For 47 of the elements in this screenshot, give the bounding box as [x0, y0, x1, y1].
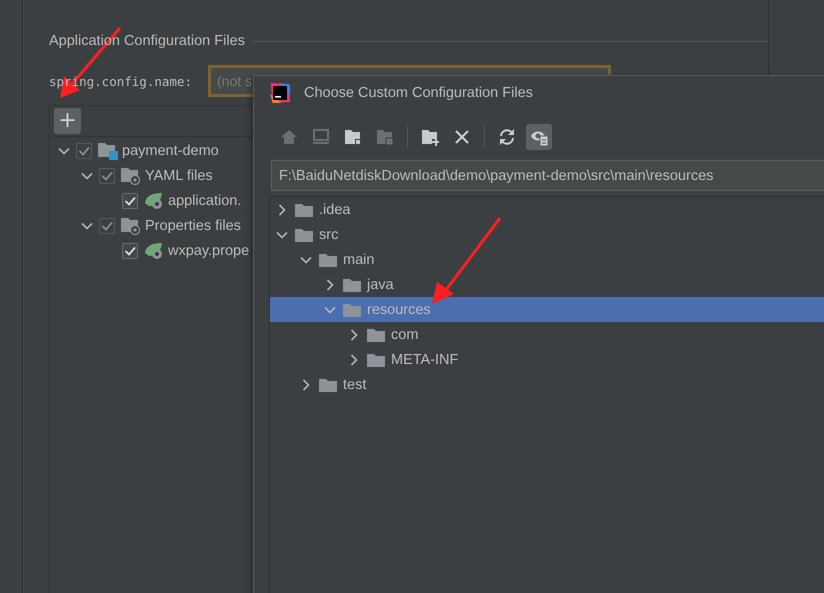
tree-item-label[interactable]: Properties files: [145, 218, 241, 234]
collapsed-chevron-icon[interactable]: [348, 354, 360, 366]
folder-icon: [343, 302, 361, 318]
tree-row[interactable]: src: [270, 222, 824, 247]
app-logo-icon: [269, 82, 291, 104]
checkbox[interactable]: [122, 192, 138, 208]
checkbox[interactable]: [99, 168, 115, 184]
tree-row[interactable]: main: [270, 247, 824, 272]
folder-icon: [343, 276, 361, 292]
folder-name[interactable]: test: [343, 376, 366, 392]
leaf-gear-icon: [144, 192, 164, 210]
tree-row[interactable]: java: [270, 272, 824, 297]
folder-icon: [319, 252, 337, 268]
leaf-gear-icon: [144, 242, 164, 260]
folder-name[interactable]: src: [319, 226, 338, 242]
folder-icon: [121, 216, 141, 234]
folder-icon: [121, 166, 141, 184]
tree-item-label[interactable]: wxpay.prope: [168, 242, 250, 258]
tree-row[interactable]: test: [270, 372, 824, 397]
checkbox[interactable]: [76, 142, 92, 158]
checkbox[interactable]: [99, 218, 115, 234]
collapsed-chevron-icon[interactable]: [300, 378, 312, 390]
eye-document-icon[interactable]: [526, 124, 552, 150]
tree-row[interactable]: .idea: [270, 197, 824, 222]
tree-item-label[interactable]: payment-demo: [122, 142, 219, 158]
path-field[interactable]: F:\BaiduNetdiskDownload\demo\payment-demo\src\main\resources: [271, 160, 824, 191]
tree-row[interactable]: META-INF: [270, 347, 824, 372]
folder-icon: [295, 226, 313, 242]
tree-row[interactable]: com: [270, 322, 824, 347]
folder-icon: [319, 376, 337, 392]
folder-icon: [367, 352, 385, 368]
folder-name[interactable]: com: [391, 326, 418, 342]
folder-name[interactable]: main: [343, 252, 374, 268]
folder-name[interactable]: META-INF: [391, 352, 458, 368]
folder-icon: [98, 142, 118, 160]
checkbox[interactable]: [122, 242, 138, 258]
tree-item-label[interactable]: application.: [168, 192, 242, 208]
folder-name[interactable]: java: [367, 276, 394, 292]
collapsed-chevron-icon[interactable]: [348, 328, 360, 340]
dialog-title: Choose Custom Configuration Files: [304, 85, 533, 101]
tree-item-label[interactable]: YAML files: [145, 168, 213, 184]
folder-icon: [295, 202, 313, 218]
folder-name[interactable]: .idea: [319, 202, 350, 218]
collapsed-chevron-icon[interactable]: [276, 204, 288, 216]
add-button[interactable]: +: [54, 108, 81, 134]
folder-icon: [367, 326, 385, 342]
collapsed-chevron-icon[interactable]: [324, 278, 336, 290]
